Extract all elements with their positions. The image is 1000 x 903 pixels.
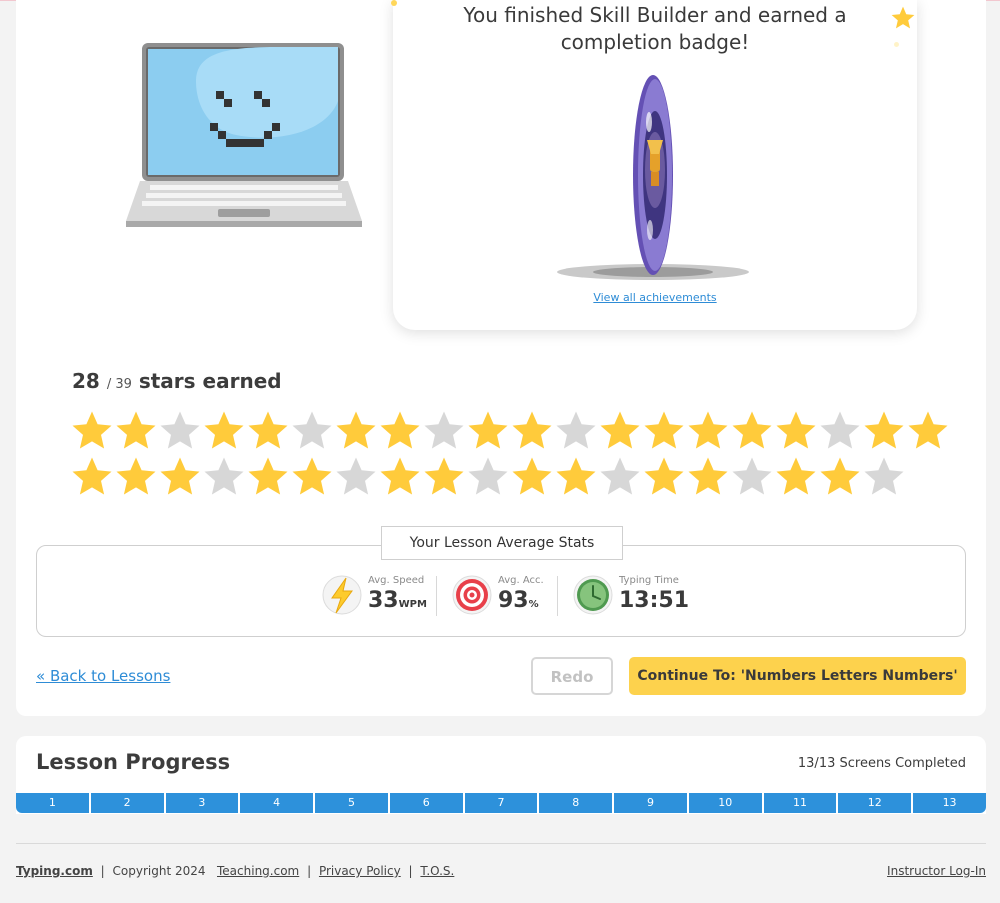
footer-divider [16,843,986,844]
progress-segment[interactable]: 6 [389,793,465,813]
privacy-policy-link[interactable]: Privacy Policy [319,864,401,878]
star-empty-icon [818,409,862,453]
progress-segment[interactable]: 11 [763,793,839,813]
view-achievements-link[interactable]: View all achievements [393,291,917,304]
back-to-lessons-link[interactable]: « Back to Lessons [36,667,170,685]
star-filled-icon [378,409,422,453]
star-filled-icon [554,455,598,499]
star-filled-icon [730,409,774,453]
progress-segment[interactable]: 9 [614,793,689,813]
decorative-star-icon [891,6,915,29]
star-empty-icon [598,455,642,499]
star-filled-icon [334,409,378,453]
star-filled-icon [246,455,290,499]
star-filled-icon [158,455,202,499]
screens-completed-status: 13/13 Screens Completed [797,756,966,771]
target-icon [452,575,492,615]
tos-link[interactable]: T.O.S. [420,864,454,878]
avg-speed-label: Avg. Speed [368,575,425,586]
progress-segment[interactable]: 13 [913,793,986,813]
star-filled-icon [818,455,862,499]
star-filled-icon [114,455,158,499]
redo-button[interactable]: Redo [531,657,613,695]
star-empty-icon [202,455,246,499]
star-filled-icon [906,409,950,453]
star-filled-icon [510,409,554,453]
star-empty-icon [422,409,466,453]
star-filled-icon [774,455,818,499]
avg-accuracy-value: 93% [498,588,539,613]
stars-earned-summary: 28 / 39 stars earned [72,369,282,393]
progress-segment[interactable]: 7 [464,793,540,813]
typing-time-value: 13:51 [619,588,690,613]
star-filled-icon [642,455,686,499]
star-filled-icon [774,409,818,453]
star-filled-icon [290,455,334,499]
progress-segment[interactable]: 2 [90,793,166,813]
progress-segment[interactable]: 1 [16,793,91,813]
progress-segment[interactable]: 8 [539,793,615,813]
completion-badge-icon [557,75,749,280]
typing-time-label: Typing Time [619,575,679,586]
stars-earned-count: 28 [72,369,100,393]
progress-segment[interactable]: 3 [165,793,241,813]
progress-segment[interactable]: 12 [838,793,914,813]
footer-separator: | [307,864,312,878]
stars-row-2 [70,455,970,501]
progress-segment[interactable]: 10 [688,793,764,813]
star-filled-icon [686,455,730,499]
star-filled-icon [422,455,466,499]
stat-divider [436,576,437,616]
star-empty-icon [466,455,510,499]
star-filled-icon [466,409,510,453]
instructor-login-link[interactable]: Instructor Log-In [887,864,986,878]
star-filled-icon [114,409,158,453]
decorative-dot [894,42,899,47]
star-filled-icon [246,409,290,453]
star-filled-icon [510,455,554,499]
star-empty-icon [730,455,774,499]
star-filled-icon [862,409,906,453]
star-filled-icon [70,455,114,499]
teaching-com-link[interactable]: Teaching.com [217,864,299,878]
progress-segment[interactable]: 5 [315,793,390,813]
star-filled-icon [598,409,642,453]
lesson-progress-bar: 1 2 3 4 5 6 7 8 9 10 11 12 13 [16,793,986,813]
star-empty-icon [554,409,598,453]
star-filled-icon [202,409,246,453]
star-filled-icon [378,455,422,499]
star-empty-icon [158,409,202,453]
footer: Typing.com | Copyright 2024 Teaching.com… [16,864,454,878]
progress-segment[interactable]: 4 [240,793,316,813]
badge-earned-modal: You finished Skill Builder and earned a … [391,0,917,330]
footer-separator: | [408,864,413,878]
stars-grid [70,409,970,501]
laptop-mascot-icon [126,43,362,227]
decorative-dot [391,0,397,6]
stars-total: / 39 [106,377,132,392]
footer-separator: | [100,864,105,878]
stat-divider [557,576,558,616]
avg-speed-value: 33WPM [368,588,427,613]
badge-message: You finished Skill Builder and earned a … [463,3,847,54]
clock-icon [573,575,613,615]
star-filled-icon [70,409,114,453]
lesson-progress-title: Lesson Progress [36,750,231,774]
lesson-progress-card: Lesson Progress 13/13 Screens Completed … [16,736,986,814]
copyright-text: Copyright 2024 [112,864,206,878]
continue-button[interactable]: Continue To: 'Numbers Letters Numbers' [629,657,966,695]
avg-accuracy-label: Avg. Acc. [498,575,544,586]
star-empty-icon [290,409,334,453]
stars-row-1 [70,409,970,455]
lesson-stats-title: Your Lesson Average Stats [381,526,623,560]
lightning-bolt-icon [322,575,362,615]
star-filled-icon [686,409,730,453]
star-filled-icon [642,409,686,453]
stars-earned-label: stars earned [138,369,282,393]
star-empty-icon [334,455,378,499]
star-empty-icon [862,455,906,499]
typing-com-link[interactable]: Typing.com [16,864,93,878]
